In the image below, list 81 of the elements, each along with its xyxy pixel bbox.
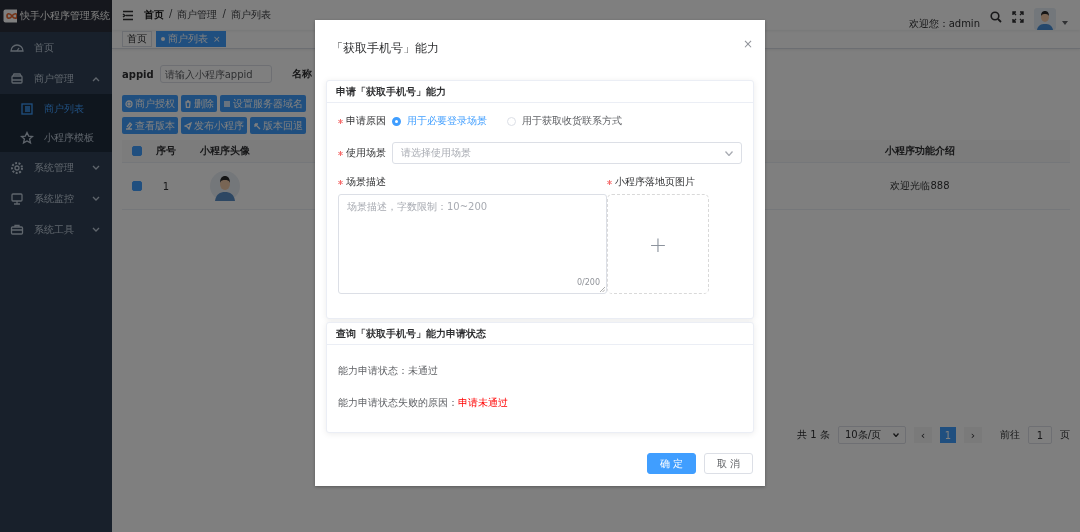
status-text: 能力申请状态失败的原因： bbox=[338, 396, 458, 410]
column-header: 小程序功能介绍 bbox=[885, 144, 955, 158]
row-checkbox[interactable] bbox=[132, 181, 142, 191]
description-textarea[interactable]: 场景描述，字数限制：10~200 0/200 bbox=[338, 194, 607, 294]
field-label: 名称 bbox=[291, 67, 312, 81]
previous-page-button[interactable]: ‹ bbox=[914, 427, 932, 443]
caret-down-icon bbox=[1062, 21, 1068, 25]
resize-handle-icon bbox=[600, 287, 605, 292]
fullscreen-icon bbox=[1012, 11, 1024, 23]
select-all-checkbox[interactable] bbox=[132, 146, 142, 156]
app-title: 快手小程序管理系统 bbox=[20, 9, 110, 23]
status-reason: 申请未通过 bbox=[458, 396, 508, 410]
toolbar-button[interactable]: 删除 bbox=[181, 95, 217, 112]
breadcrumb-separator: / bbox=[169, 8, 173, 21]
toolbar-button[interactable]: 发布小程序 bbox=[181, 117, 247, 134]
form-label: 场景描述 bbox=[346, 175, 386, 189]
character-counter: 0/200 bbox=[576, 278, 600, 287]
store-icon bbox=[10, 71, 24, 86]
column-header: 小程序头像 bbox=[200, 144, 250, 158]
menu-item[interactable]: 首页 bbox=[0, 32, 112, 63]
search-icon bbox=[990, 11, 1002, 23]
gear-icon bbox=[10, 160, 24, 175]
toolbar-button[interactable]: 版本回退 bbox=[250, 117, 306, 134]
chevron-down-icon bbox=[725, 150, 733, 156]
breadcrumb-link[interactable]: 首页 bbox=[144, 8, 164, 22]
person-avatar-icon bbox=[210, 171, 240, 201]
submenu-item[interactable]: 商户列表 bbox=[0, 94, 112, 123]
caret-down-icon bbox=[92, 226, 100, 233]
caret-up-icon bbox=[92, 75, 100, 82]
star-icon bbox=[20, 130, 34, 145]
breadcrumb-separator: / bbox=[222, 8, 226, 21]
page-number[interactable]: 1 bbox=[940, 427, 956, 443]
page-unit-label: 页 bbox=[1060, 428, 1070, 442]
cancel-button[interactable]: 取 消 bbox=[703, 453, 753, 474]
form-label: 申请原因 bbox=[346, 114, 386, 128]
infinity-logo-icon bbox=[3, 9, 17, 23]
radio-option[interactable]: 用于获取收货联系方式 bbox=[507, 114, 622, 128]
circle-icon bbox=[125, 99, 133, 108]
form-label: 使用场景 bbox=[346, 146, 386, 160]
welcome-text: 欢迎您：admin bbox=[908, 17, 980, 31]
caret-down-icon bbox=[92, 164, 100, 171]
tab[interactable]: 首页 bbox=[122, 31, 152, 47]
scene-select[interactable]: 请选择使用场景 bbox=[392, 142, 742, 164]
toolbar-button[interactable]: 商户授权 bbox=[122, 95, 178, 112]
pencil-icon bbox=[125, 121, 133, 130]
card-title: 查询「获取手机号」能力申请状态 bbox=[327, 323, 753, 345]
list-icon bbox=[223, 99, 231, 108]
page-size-select[interactable]: 10条/页 bbox=[837, 426, 906, 444]
list-icon bbox=[20, 101, 34, 116]
trash-icon bbox=[184, 99, 192, 108]
field-label: appid bbox=[122, 68, 154, 80]
form-label: 小程序落地页图片 bbox=[615, 175, 695, 189]
send-icon bbox=[184, 121, 192, 130]
user-avatar-icon bbox=[1034, 8, 1056, 30]
chevron-down-icon bbox=[893, 433, 899, 437]
status-text: 能力申请状态：未通过 bbox=[338, 364, 438, 378]
tab[interactable]: 商户列表 × bbox=[156, 31, 226, 47]
table-cell: 1 bbox=[162, 180, 170, 192]
toolbar-button[interactable]: 设置服务器域名 bbox=[220, 95, 306, 112]
close-icon[interactable]: × bbox=[213, 34, 221, 44]
image-upload[interactable]: + bbox=[607, 194, 709, 294]
menu-icon bbox=[122, 9, 134, 21]
monitor-icon bbox=[10, 191, 24, 206]
card-title: 申请「获取手机号」能力 bbox=[327, 81, 753, 103]
confirm-button[interactable]: 确 定 bbox=[646, 453, 696, 474]
caret-down-icon bbox=[92, 195, 100, 202]
total-count: 共 1 条 bbox=[797, 428, 830, 442]
submenu-item[interactable]: 小程序模板 bbox=[0, 123, 112, 152]
table-cell: 欢迎光临888 bbox=[890, 179, 950, 193]
page-input-field[interactable]: 1 bbox=[1028, 426, 1052, 444]
dialog-title: 「获取手机号」能力 bbox=[331, 40, 439, 57]
goto-label: 前往 bbox=[1000, 428, 1020, 442]
toolbox-icon bbox=[10, 222, 24, 237]
next-page-button[interactable]: › bbox=[964, 427, 982, 443]
arrow-icon bbox=[253, 121, 261, 130]
column-header: 序号 bbox=[156, 144, 176, 158]
breadcrumb-link[interactable]: 商户管理 bbox=[177, 8, 218, 22]
close-icon[interactable]: × bbox=[742, 37, 753, 51]
toolbar-button[interactable]: 查看版本 bbox=[122, 117, 178, 134]
radio-option[interactable]: 用于必要登录场景 bbox=[392, 114, 487, 128]
appid-input-field[interactable]: 请输入小程序appid bbox=[159, 65, 272, 83]
